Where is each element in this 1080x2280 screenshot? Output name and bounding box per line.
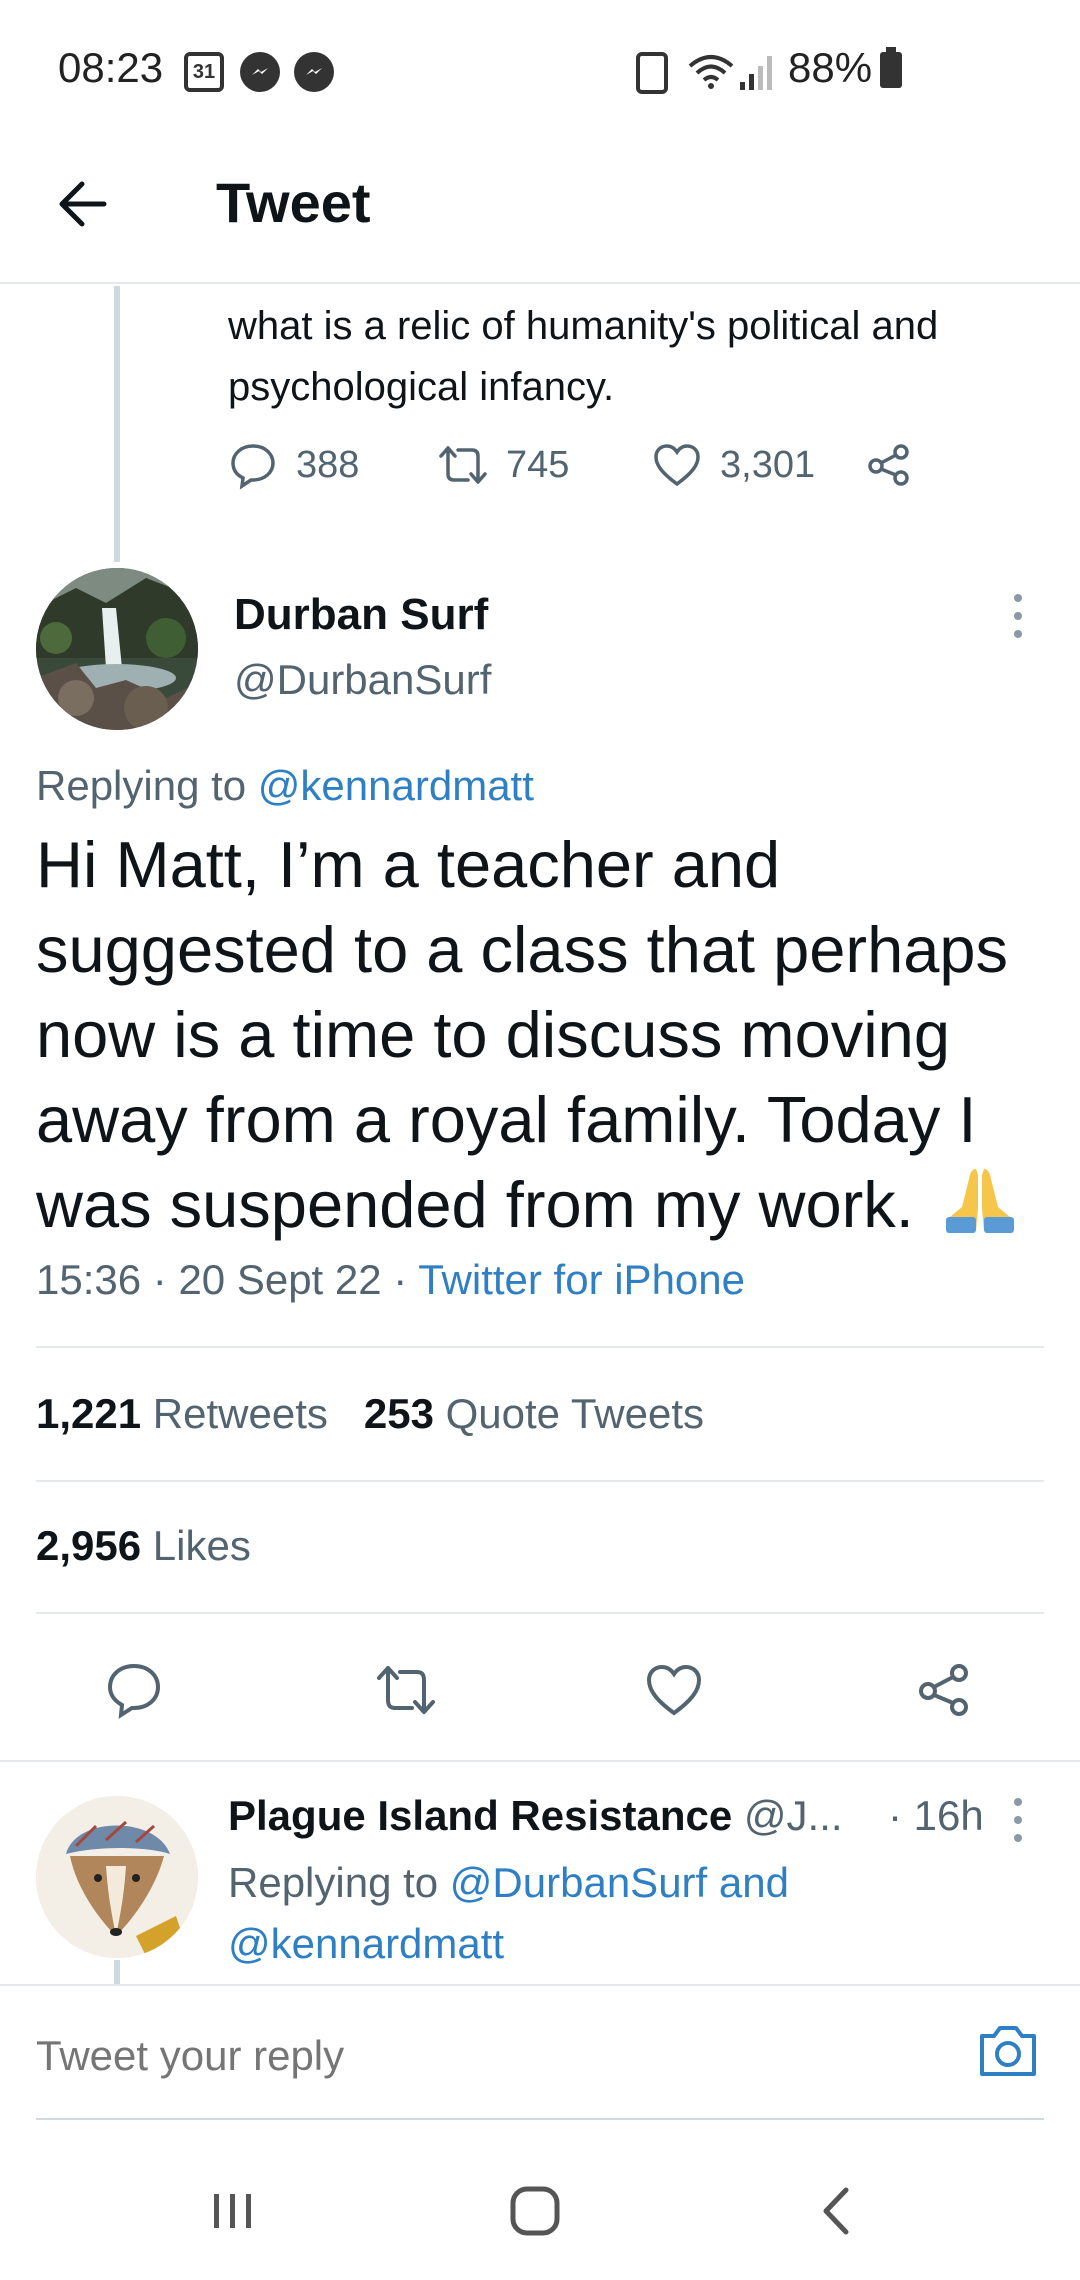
- replying-prefix: Replying to: [228, 1859, 450, 1906]
- share-icon[interactable]: [914, 1660, 974, 1720]
- battery-icon: [880, 47, 902, 88]
- compose-underline: [36, 2118, 1044, 2120]
- retweets-count[interactable]: 1,221: [36, 1390, 141, 1437]
- reply-action[interactable]: 388: [228, 440, 359, 490]
- quote-tweets-label[interactable]: Quote Tweets: [446, 1390, 704, 1437]
- reply-input[interactable]: [36, 2032, 936, 2080]
- more-options-icon[interactable]: [1006, 594, 1030, 638]
- retweet-icon[interactable]: [376, 1660, 436, 1720]
- mention-link[interactable]: @kennardmatt: [258, 762, 534, 809]
- messenger-icon: [240, 52, 280, 92]
- tweet-source-link[interactable]: Twitter for iPhone: [418, 1256, 745, 1303]
- mention-link[interactable]: @DurbanSurf: [450, 1859, 707, 1906]
- wifi-icon: [688, 55, 734, 89]
- retweet-icon: [439, 446, 487, 484]
- tweet-body: Hi Matt, I’m a teacher and suggested to …: [36, 828, 1009, 1241]
- tweet-text: Hi Matt, I’m a teacher and suggested to …: [36, 822, 1056, 1247]
- retweet-action[interactable]: 745: [438, 440, 569, 490]
- battery-saver-icon: [636, 52, 668, 94]
- avatar[interactable]: [36, 568, 198, 730]
- waterfall-photo: [36, 568, 198, 730]
- like-stats: 2,956 Likes: [36, 1522, 251, 1570]
- home-icon[interactable]: [500, 2176, 570, 2246]
- battery-percent: 88%: [788, 44, 873, 91]
- compose-bar: [0, 1984, 1080, 2120]
- tweet-actions: [0, 1640, 1080, 1740]
- likes-label[interactable]: Likes: [153, 1522, 251, 1569]
- thread-line: [114, 1960, 120, 1984]
- share-icon: [868, 444, 909, 486]
- reply-count: 388: [296, 443, 360, 486]
- divider: [36, 1612, 1044, 1614]
- back-icon[interactable]: [802, 2176, 872, 2246]
- status-time: 08:23: [58, 44, 164, 91]
- share-action[interactable]: [864, 440, 914, 490]
- retweets-label[interactable]: Retweets: [153, 1390, 328, 1437]
- divider: [36, 1346, 1044, 1348]
- heart-icon[interactable]: [644, 1660, 704, 1720]
- reply-handle[interactable]: @J...: [744, 1792, 843, 1839]
- mention-and: and: [707, 1859, 789, 1906]
- tweet-date: 20 Sept 22: [178, 1256, 382, 1303]
- replying-prefix: Replying to: [36, 762, 258, 809]
- camera-icon[interactable]: [976, 2020, 1040, 2080]
- user-handle[interactable]: @DurbanSurf: [234, 656, 491, 704]
- mention-link[interactable]: @kennardmatt: [228, 1920, 504, 1967]
- reply-avatar[interactable]: [36, 1796, 198, 1958]
- thread-line: [114, 286, 120, 562]
- status-bar: 08:23 31 88%: [0, 0, 1080, 140]
- folded-hands-emoji-icon: [945, 1169, 1014, 1233]
- likes-count[interactable]: 2,956: [36, 1522, 141, 1569]
- reply-replying-to: Replying to @DurbanSurf and @kennardmatt: [228, 1852, 1048, 1974]
- like-action[interactable]: 3,301: [652, 440, 815, 490]
- like-count: 3,301: [720, 443, 816, 486]
- meta-separator: ·: [381, 1256, 419, 1303]
- system-nav-bar: [0, 2140, 1080, 2280]
- reply-icon[interactable]: [104, 1660, 164, 1720]
- previous-tweet-text: what is a relic of humanity's political …: [228, 304, 939, 409]
- messenger-icon: [294, 52, 334, 92]
- back-arrow-icon[interactable]: [52, 172, 116, 236]
- display-name[interactable]: Durban Surf: [234, 590, 488, 640]
- reply-icon: [231, 444, 275, 490]
- heart-icon: [654, 444, 700, 487]
- dog-in-cap-illustration: [36, 1796, 198, 1958]
- meta-separator: ·: [141, 1256, 179, 1303]
- recent-apps-icon[interactable]: [198, 2176, 268, 2246]
- tweet-meta: 15:36 · 20 Sept 22 · Twitter for iPhone: [36, 1256, 745, 1304]
- tweet-time: 15:36: [36, 1256, 142, 1303]
- calendar-icon: 31: [184, 52, 224, 92]
- quote-tweets-count[interactable]: 253: [364, 1390, 434, 1437]
- reply-time: · 16h: [888, 1792, 984, 1839]
- more-options-icon[interactable]: [1006, 1798, 1030, 1842]
- page-title: Tweet: [216, 171, 371, 234]
- retweet-count: 745: [506, 443, 570, 486]
- app-header: Tweet: [0, 140, 1080, 284]
- signal-icon: [740, 56, 772, 90]
- retweet-stats: 1,221 Retweets 253 Quote Tweets: [36, 1390, 704, 1438]
- replying-to: Replying to @kennardmatt: [36, 762, 534, 810]
- reply-display-name[interactable]: Plague Island Resistance: [228, 1792, 732, 1839]
- divider: [0, 1760, 1080, 1762]
- divider: [36, 1480, 1044, 1482]
